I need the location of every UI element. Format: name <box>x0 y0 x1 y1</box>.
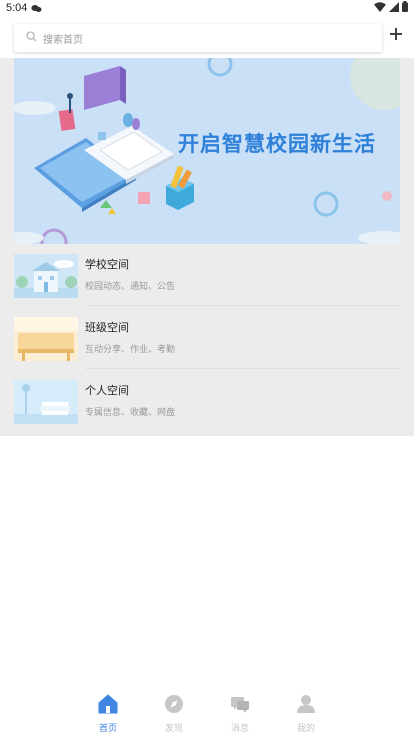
nav-profile[interactable]: 我的 <box>273 690 339 736</box>
signal-icon <box>389 1 399 15</box>
add-button[interactable] <box>386 26 406 46</box>
school-thumbnail <box>14 254 78 298</box>
nav-discover-label: 发现 <box>164 723 183 733</box>
search-icon <box>26 29 37 47</box>
nav-home[interactable]: 首页 <box>75 690 141 736</box>
battery-icon <box>402 1 408 15</box>
compass-icon <box>164 694 184 719</box>
personal-thumbnail <box>14 380 78 424</box>
list-item-school-space[interactable]: 学校空间 校园动态、通知、公告 <box>0 244 414 306</box>
nav-profile-label: 我的 <box>296 723 315 733</box>
list-item-subtitle: 专属信息、收藏、网盘 <box>85 407 176 417</box>
nav-messages[interactable]: 消息 <box>207 690 273 736</box>
list-item-title: 学校空间 <box>85 259 129 271</box>
status-time: 5:04 <box>6 2 28 14</box>
person-icon <box>296 694 316 719</box>
space-list: 学校空间 校园动态、通知、公告 班级空间 互动分享、作业、考勤 个人空间 专属信… <box>0 244 414 436</box>
list-item-subtitle: 互动分享、作业、考勤 <box>85 344 176 354</box>
status-icons <box>374 1 408 15</box>
chat-icon <box>230 694 250 719</box>
list-item-title: 个人空间 <box>85 385 129 397</box>
notification-icon <box>31 4 42 13</box>
nav-messages-label: 消息 <box>230 723 249 733</box>
search-input[interactable]: 搜索首页 <box>14 24 382 52</box>
list-item-class-space[interactable]: 班级空间 互动分享、作业、考勤 <box>0 307 414 369</box>
divider <box>85 368 400 369</box>
banner[interactable]: 开启智慧校园新生活 <box>14 58 400 244</box>
search-placeholder: 搜索首页 <box>43 34 83 46</box>
home-icon <box>98 694 118 719</box>
class-thumbnail <box>14 317 78 361</box>
divider <box>85 305 400 306</box>
wifi-icon <box>374 1 386 15</box>
banner-section: 开启智慧校园新生活 <box>0 58 414 244</box>
status-bar: 5:04 <box>0 0 414 16</box>
bottom-nav: 首页 发现 消息 我的 <box>0 690 414 736</box>
plus-icon <box>389 27 403 46</box>
list-item-title: 班级空间 <box>85 322 129 334</box>
list-item-subtitle: 校园动态、通知、公告 <box>85 281 176 291</box>
nav-home-label: 首页 <box>98 723 117 733</box>
list-item-personal-space[interactable]: 个人空间 专属信息、收藏、网盘 <box>0 370 414 432</box>
search-row: 搜索首页 <box>0 22 414 52</box>
banner-title: 开启智慧校园新生活 <box>178 132 376 156</box>
nav-discover[interactable]: 发现 <box>141 690 207 736</box>
